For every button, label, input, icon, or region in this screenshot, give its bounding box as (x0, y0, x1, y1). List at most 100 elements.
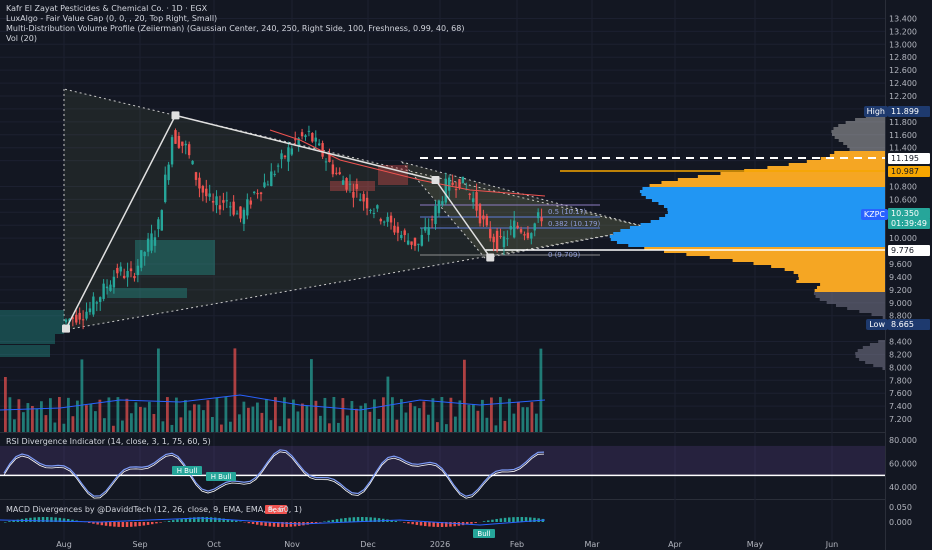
y-tick-label: 12.600 (889, 66, 917, 75)
volume-bar (526, 407, 529, 432)
volume-bar (296, 411, 300, 432)
volume-bar (17, 399, 21, 432)
pattern-point-marker (431, 176, 440, 184)
macd-histogram-bar (8, 521, 11, 522)
macd-histogram-bar (4, 522, 7, 523)
volume-bar (494, 425, 498, 432)
volume-profile-bar (816, 286, 885, 289)
volume-profile-bar (665, 214, 885, 217)
candle-body (246, 199, 249, 216)
volume-profile-bar (629, 226, 885, 229)
candle-body (335, 172, 338, 174)
y-tick-label: 10.600 (889, 195, 917, 204)
volume-profile-bar (826, 301, 885, 304)
y-tick-label: 8.400 (889, 338, 912, 347)
volume-bar (490, 397, 493, 432)
volume-bar (98, 399, 102, 432)
candle-body (420, 234, 424, 246)
candle-body (413, 237, 417, 246)
macd-histogram-bar (130, 522, 133, 527)
volume-bar (436, 422, 439, 432)
candle-body (372, 213, 376, 215)
candle-body (263, 182, 266, 188)
volume-bar (355, 408, 358, 432)
price-chart[interactable]: 13.400 13.200 13.000 12.800 12.600 12.400 12.2… (0, 0, 932, 550)
candle-body (252, 191, 256, 194)
volume-profile-bar (793, 271, 885, 274)
volume-profile-bar (771, 265, 885, 268)
x-tick-label: Nov (284, 540, 300, 549)
volume-bar (418, 408, 421, 432)
macd-histogram-bar (516, 517, 519, 522)
macd-histogram-bar (474, 522, 477, 523)
macd-histogram-bar (394, 520, 398, 522)
volume-profile-bar (855, 352, 885, 355)
macd-histogram-bar (209, 517, 213, 522)
y-tick-label: 8.200 (889, 350, 912, 359)
volume-profile-bar (796, 280, 885, 283)
volume-bar (184, 400, 187, 432)
low-value-tag: 8.665 (888, 319, 930, 330)
volume-bar (112, 425, 115, 432)
candle-body (513, 220, 516, 238)
y-tick-label: 11.600 (889, 131, 917, 140)
macd-histogram-bar (29, 517, 32, 522)
y-tick-label: 11.400 (889, 144, 917, 153)
volume-bar (143, 407, 147, 432)
candle-body (506, 238, 509, 240)
macd-histogram-bar (125, 522, 129, 527)
volume-profile-bar (642, 187, 885, 190)
volume-profile-bar (609, 235, 885, 238)
volume-bar (512, 413, 516, 432)
volume-profile-bar (620, 229, 885, 232)
candle-body (536, 212, 540, 219)
chart-title: Kafr El Zayat Pesticides & Chemical Co. … (6, 4, 208, 13)
candle-body (468, 193, 471, 195)
candle-body (338, 172, 341, 175)
candle-body (75, 314, 78, 323)
macd-histogram-bar (167, 520, 171, 522)
candle-body (122, 275, 126, 278)
fib-label: 0.5 (10.1?) (548, 208, 586, 216)
macd-histogram-bar (155, 522, 158, 524)
countdown-tag: 01:39:49 (888, 218, 930, 229)
x-tick-label: Apr (668, 540, 683, 549)
macd-histogram-bar (109, 522, 112, 527)
y-tick-label: 10.000 (889, 234, 917, 243)
candle-body (105, 286, 109, 289)
candle-body (164, 174, 167, 203)
volume-bar (332, 397, 336, 432)
candle-body (88, 308, 92, 313)
candle-body (239, 206, 242, 219)
volume-profile-bar (610, 238, 885, 241)
macd-histogram-bar (205, 517, 209, 522)
volume-profile-bar (857, 349, 885, 352)
candle-body (396, 226, 400, 233)
volume-bar (260, 412, 264, 432)
volume-bar (305, 405, 309, 432)
candle-body (187, 144, 191, 156)
candle-body (471, 198, 475, 203)
candle-body (478, 204, 482, 224)
candle-body (482, 215, 485, 220)
volume-profile-bar (865, 361, 885, 364)
volume-bar (377, 418, 381, 432)
macd-histogram-bar (331, 519, 335, 522)
y-tick-label: 8.000 (889, 363, 912, 372)
macd-histogram-bar (348, 517, 351, 522)
volume-bar (44, 415, 48, 432)
candle-body (146, 238, 150, 252)
candle-body (287, 147, 290, 162)
volume-bar (445, 424, 448, 432)
volume-profile-bar (834, 136, 885, 139)
candle-body (365, 197, 369, 209)
volume-bar (508, 398, 511, 432)
volume-profile-bar (873, 364, 885, 367)
volume-bar (467, 404, 471, 432)
candle-body (249, 200, 252, 205)
pattern-point-marker (171, 111, 180, 120)
candle-body (119, 266, 122, 272)
macd-histogram-bar (407, 522, 410, 524)
macd-histogram-bar (428, 522, 431, 527)
candle-body (454, 189, 458, 191)
